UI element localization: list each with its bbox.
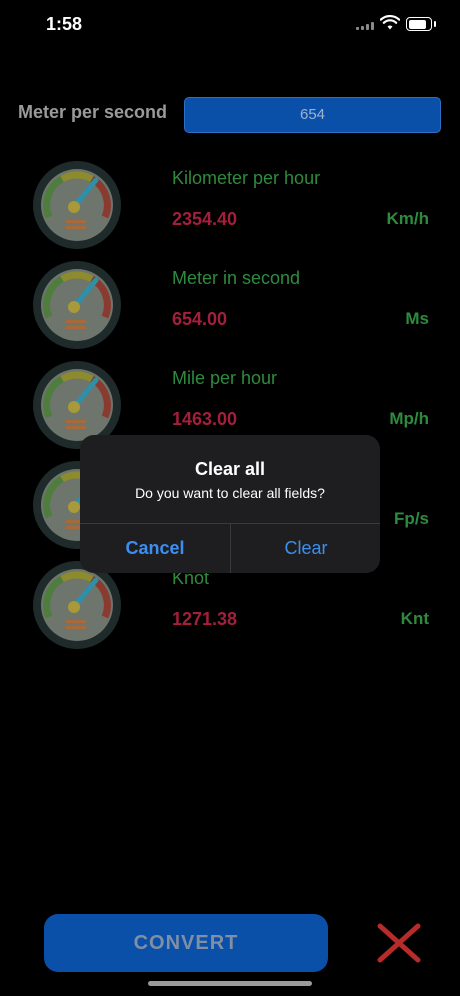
unit-name: Kilometer per hour	[172, 168, 321, 188]
speedometer-icon	[32, 560, 122, 650]
speed-input-field[interactable]: 654	[184, 97, 441, 133]
wifi-icon	[380, 15, 400, 30]
unit-abbreviation: Knt	[400, 609, 429, 628]
unit-value: 1271.38	[172, 609, 238, 629]
unit-abbreviation: Ms	[405, 309, 429, 328]
unit-value: 654.00	[172, 309, 228, 329]
unit-row-kmh: Kilometer per hour 2354.40 Km/h	[0, 160, 460, 260]
unit-abbreviation: Km/h	[386, 209, 430, 228]
unit-value: 1463.00	[172, 409, 238, 429]
unit-value: 2354.40	[172, 209, 238, 229]
unit-row-knot: Knot 1271.38 Knt	[0, 560, 460, 660]
dialog-message: Do you want to clear all fields?	[135, 485, 325, 501]
status-time: 1:58	[46, 14, 83, 34]
unit-abbreviation: Fp/s	[394, 509, 429, 528]
close-x-icon[interactable]	[376, 922, 422, 964]
home-indicator[interactable]	[148, 981, 312, 986]
battery-icon	[406, 17, 436, 31]
dialog-title: Clear all	[194, 459, 266, 479]
input-unit-label: Meter per second	[18, 102, 168, 122]
cellular-signal-icon	[356, 22, 374, 30]
status-bar: 1:58	[0, 0, 460, 50]
convert-button[interactable]: CONVERT	[44, 914, 328, 972]
speedometer-icon	[32, 260, 122, 350]
unit-abbreviation: Mp/h	[389, 409, 429, 428]
unit-name: Mile per hour	[172, 368, 278, 388]
unit-row-ms: Meter in second 654.00 Ms	[0, 260, 460, 360]
unit-name: Meter in second	[172, 268, 301, 288]
speedometer-icon	[32, 160, 122, 250]
clear-all-dialog: Clear all Do you want to clear all field…	[80, 435, 380, 573]
clear-button[interactable]: Clear	[231, 524, 380, 573]
cancel-button[interactable]: Cancel	[80, 524, 230, 573]
